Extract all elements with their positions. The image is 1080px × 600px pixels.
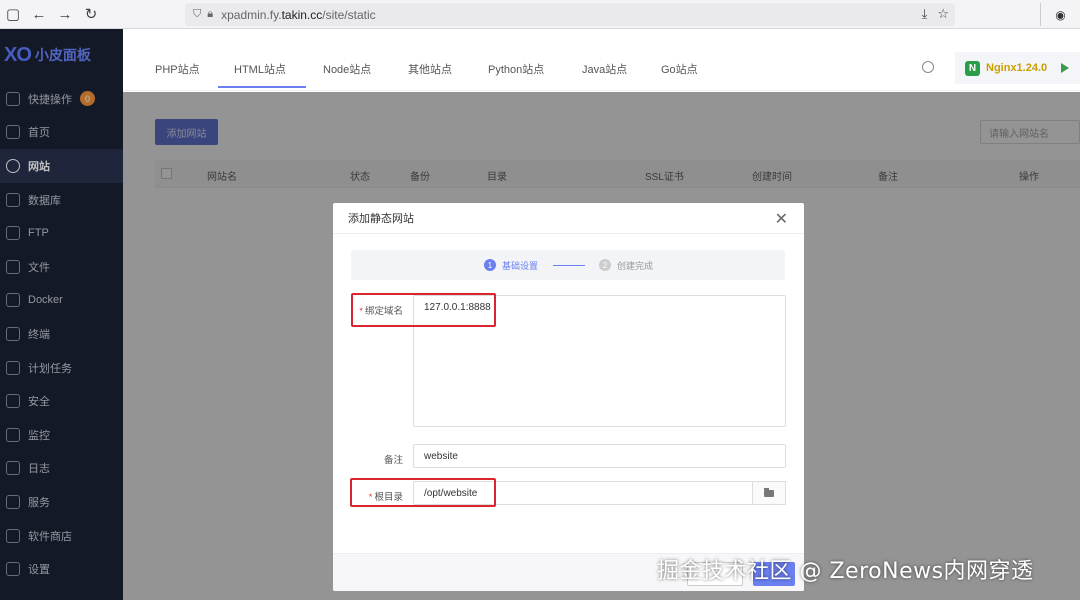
highlight-root-dir: [350, 478, 496, 507]
profile-icon[interactable]: ◉: [1040, 3, 1080, 26]
tab-java[interactable]: Java站点: [582, 61, 627, 77]
address-bar[interactable]: ⛉ 🔒︎ xpadmin.fy.takin.cc/site/static ⤓ ☆: [185, 3, 955, 26]
active-tab-indicator: [218, 86, 306, 88]
folder-icon: [764, 487, 774, 497]
reload-icon[interactable]: ↻: [78, 1, 104, 27]
tab-icon[interactable]: ▢: [0, 1, 26, 27]
settings-icon[interactable]: [922, 61, 934, 73]
play-icon[interactable]: [1061, 63, 1070, 73]
add-static-site-dialog: 添加静态网站 ✕ 1 基础设置 2 创建完成 * 绑定域名 127.0.0.1:8…: [333, 203, 804, 591]
nginx-version: Nginx1.24.0: [986, 62, 1048, 74]
sidebar-dim-overlay: [0, 29, 123, 600]
nginx-status[interactable]: N Nginx1.24.0: [955, 52, 1080, 84]
star-icon[interactable]: ☆: [937, 6, 949, 22]
note-label: 备注: [383, 455, 403, 466]
download-icon[interactable]: ⤓: [922, 6, 928, 22]
nginx-icon: N: [965, 60, 980, 76]
step-connector: [553, 265, 585, 266]
url-text: xpadmin.fy.takin.cc/site/static: [221, 7, 376, 22]
watermark-text: 掘金技术社区 @ ZeroNews内网穿透: [657, 559, 1034, 584]
tab-python[interactable]: Python站点: [488, 61, 544, 77]
tab-other[interactable]: 其他站点: [408, 61, 452, 77]
browse-folder-button[interactable]: [753, 481, 786, 505]
step-1-number: 1: [484, 259, 496, 271]
note-input[interactable]: website: [413, 444, 786, 468]
tab-node[interactable]: Node站点: [323, 61, 371, 77]
browser-toolbar: ▢ ← → ↻ ⛉ 🔒︎ xpadmin.fy.takin.cc/site/st…: [0, 0, 1080, 29]
highlight-domain: [351, 293, 496, 327]
step-2-number: 2: [599, 259, 611, 271]
back-icon[interactable]: ←: [26, 1, 52, 27]
shield-icon: ⛉: [193, 8, 202, 20]
step-indicator: 1 基础设置 2 创建完成: [351, 250, 785, 280]
tab-html[interactable]: HTML站点: [234, 61, 286, 77]
forward-icon[interactable]: →: [52, 1, 78, 27]
site-type-tabs: [123, 29, 1080, 91]
close-icon[interactable]: ✕: [775, 209, 788, 229]
step-1-label: 基础设置: [502, 261, 539, 271]
lock-icon: 🔒︎: [207, 8, 214, 20]
step-2-label: 创建完成: [617, 261, 654, 271]
tab-php[interactable]: PHP站点: [155, 61, 200, 77]
tab-go[interactable]: Go站点: [661, 61, 698, 77]
dialog-title: 添加静态网站: [333, 203, 804, 234]
